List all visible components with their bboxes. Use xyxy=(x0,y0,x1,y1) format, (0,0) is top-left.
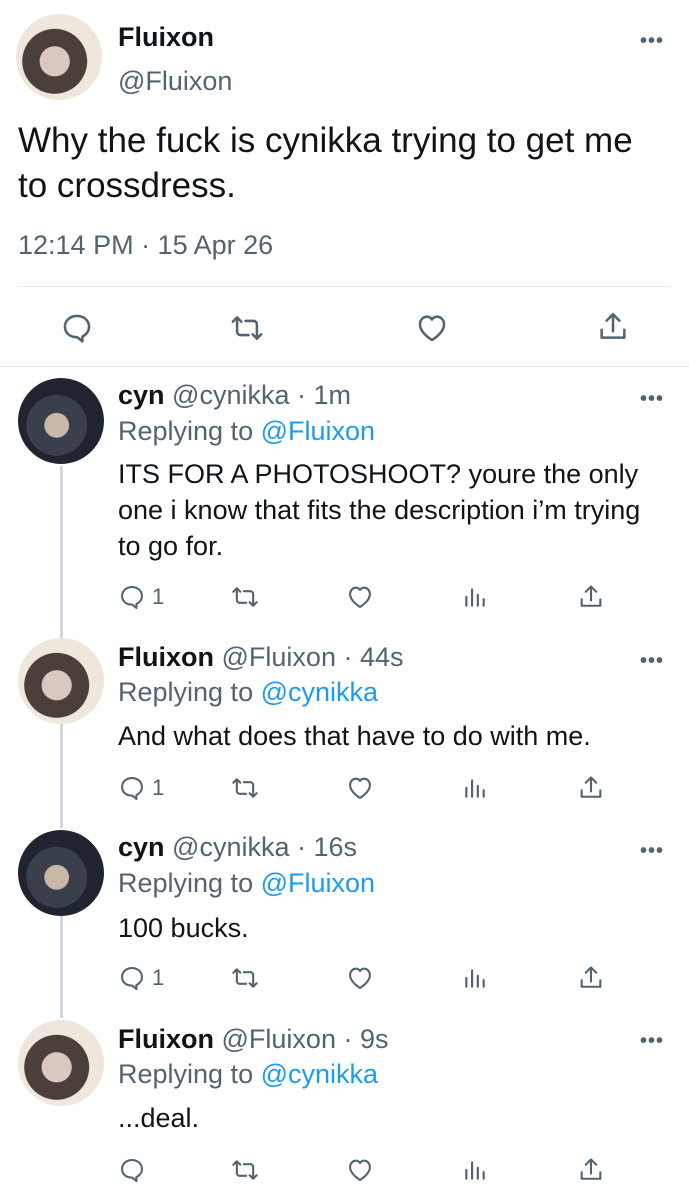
avatar[interactable] xyxy=(18,378,104,464)
reply-action-bar xyxy=(0,1156,689,1186)
like-icon[interactable] xyxy=(415,311,449,345)
reply-text: ...deal. xyxy=(118,1103,200,1133)
reply-header: cyn @cynikka · 16s xyxy=(118,832,357,863)
reply-action-bar: 1 xyxy=(0,964,689,994)
more-options-icon[interactable]: ••• xyxy=(640,388,664,411)
reply-icon[interactable]: 1 xyxy=(118,583,164,611)
author-name[interactable]: Fluixon xyxy=(118,1024,214,1054)
more-options-icon[interactable]: ••• xyxy=(640,1030,664,1053)
reply-header: Fluixon @Fluixon · 44s xyxy=(118,642,404,673)
more-options-icon[interactable]: ••• xyxy=(640,650,664,673)
author-handle[interactable]: @cynikka · 1m xyxy=(172,380,351,410)
replying-to: Replying to @cynikka xyxy=(118,1059,379,1089)
retweet-icon[interactable] xyxy=(230,964,260,992)
retweet-icon[interactable] xyxy=(230,1156,260,1184)
author-handle[interactable]: @Fluixon xyxy=(118,66,232,97)
mention-link[interactable]: @Fluixon xyxy=(261,416,375,446)
replying-to: Replying to @Fluixon xyxy=(118,416,376,446)
retweet-icon[interactable] xyxy=(230,774,260,802)
reply-count: 1 xyxy=(152,584,165,609)
author-name[interactable]: cyn xyxy=(118,380,165,410)
analytics-icon[interactable] xyxy=(462,964,488,992)
divider xyxy=(0,366,689,367)
reply-count: 1 xyxy=(152,965,165,990)
analytics-icon[interactable] xyxy=(462,774,488,802)
author-handle[interactable]: @Fluixon · 44s xyxy=(222,642,404,672)
author-handle[interactable]: @Fluixon · 9s xyxy=(222,1024,389,1054)
replying-to: Replying to @cynikka xyxy=(118,677,379,707)
reply-header: cyn @cynikka · 1m xyxy=(118,380,351,411)
like-icon[interactable] xyxy=(346,583,374,611)
avatar[interactable] xyxy=(18,1020,104,1106)
reply-icon[interactable] xyxy=(118,1156,152,1184)
like-icon[interactable] xyxy=(346,1156,374,1184)
avatar[interactable] xyxy=(18,830,104,916)
replying-to: Replying to @Fluixon xyxy=(118,868,376,898)
avatar[interactable] xyxy=(16,14,102,100)
mention-link[interactable]: @cynikka xyxy=(261,677,378,707)
reply-icon[interactable] xyxy=(60,311,94,345)
author-name[interactable]: cyn xyxy=(118,832,165,862)
reply-icon[interactable]: 1 xyxy=(118,774,164,802)
reply-action-bar: 1 xyxy=(0,774,689,804)
more-options-icon[interactable]: ••• xyxy=(640,30,664,53)
like-icon[interactable] xyxy=(346,964,374,992)
analytics-icon[interactable] xyxy=(462,583,488,611)
retweet-icon[interactable] xyxy=(230,583,260,611)
mention-link[interactable]: @Fluixon xyxy=(261,868,375,898)
retweet-icon[interactable] xyxy=(229,311,265,345)
tweet-timestamp[interactable]: 12:14 PM · 15 Apr 26 xyxy=(18,230,273,261)
main-action-bar xyxy=(0,305,689,349)
share-icon[interactable] xyxy=(577,774,605,802)
more-options-icon[interactable]: ••• xyxy=(640,840,664,863)
share-icon[interactable] xyxy=(577,1156,605,1184)
reply-text: ITS FOR A PHOTOSHOOT? youre the only one… xyxy=(118,459,641,561)
reply-icon[interactable]: 1 xyxy=(118,964,164,992)
share-icon[interactable] xyxy=(577,583,605,611)
author-handle[interactable]: @cynikka · 16s xyxy=(172,832,357,862)
reply-count: 1 xyxy=(152,775,165,800)
share-icon[interactable] xyxy=(577,964,605,992)
reply-text: 100 bucks. xyxy=(118,913,249,943)
reply-text: And what does that have to do with me. xyxy=(118,721,591,751)
reply-action-bar: 1 xyxy=(0,583,689,613)
share-icon[interactable] xyxy=(596,309,630,345)
mention-link[interactable]: @cynikka xyxy=(261,1059,378,1089)
tweet-text: Why the fuck is cynikka trying to get me… xyxy=(18,121,633,205)
like-icon[interactable] xyxy=(346,774,374,802)
author-name[interactable]: Fluixon xyxy=(118,642,214,672)
reply-header: Fluixon @Fluixon · 9s xyxy=(118,1024,388,1055)
avatar[interactable] xyxy=(18,638,104,724)
divider xyxy=(18,286,671,287)
author-name[interactable]: Fluixon xyxy=(118,22,214,53)
analytics-icon[interactable] xyxy=(462,1156,488,1184)
